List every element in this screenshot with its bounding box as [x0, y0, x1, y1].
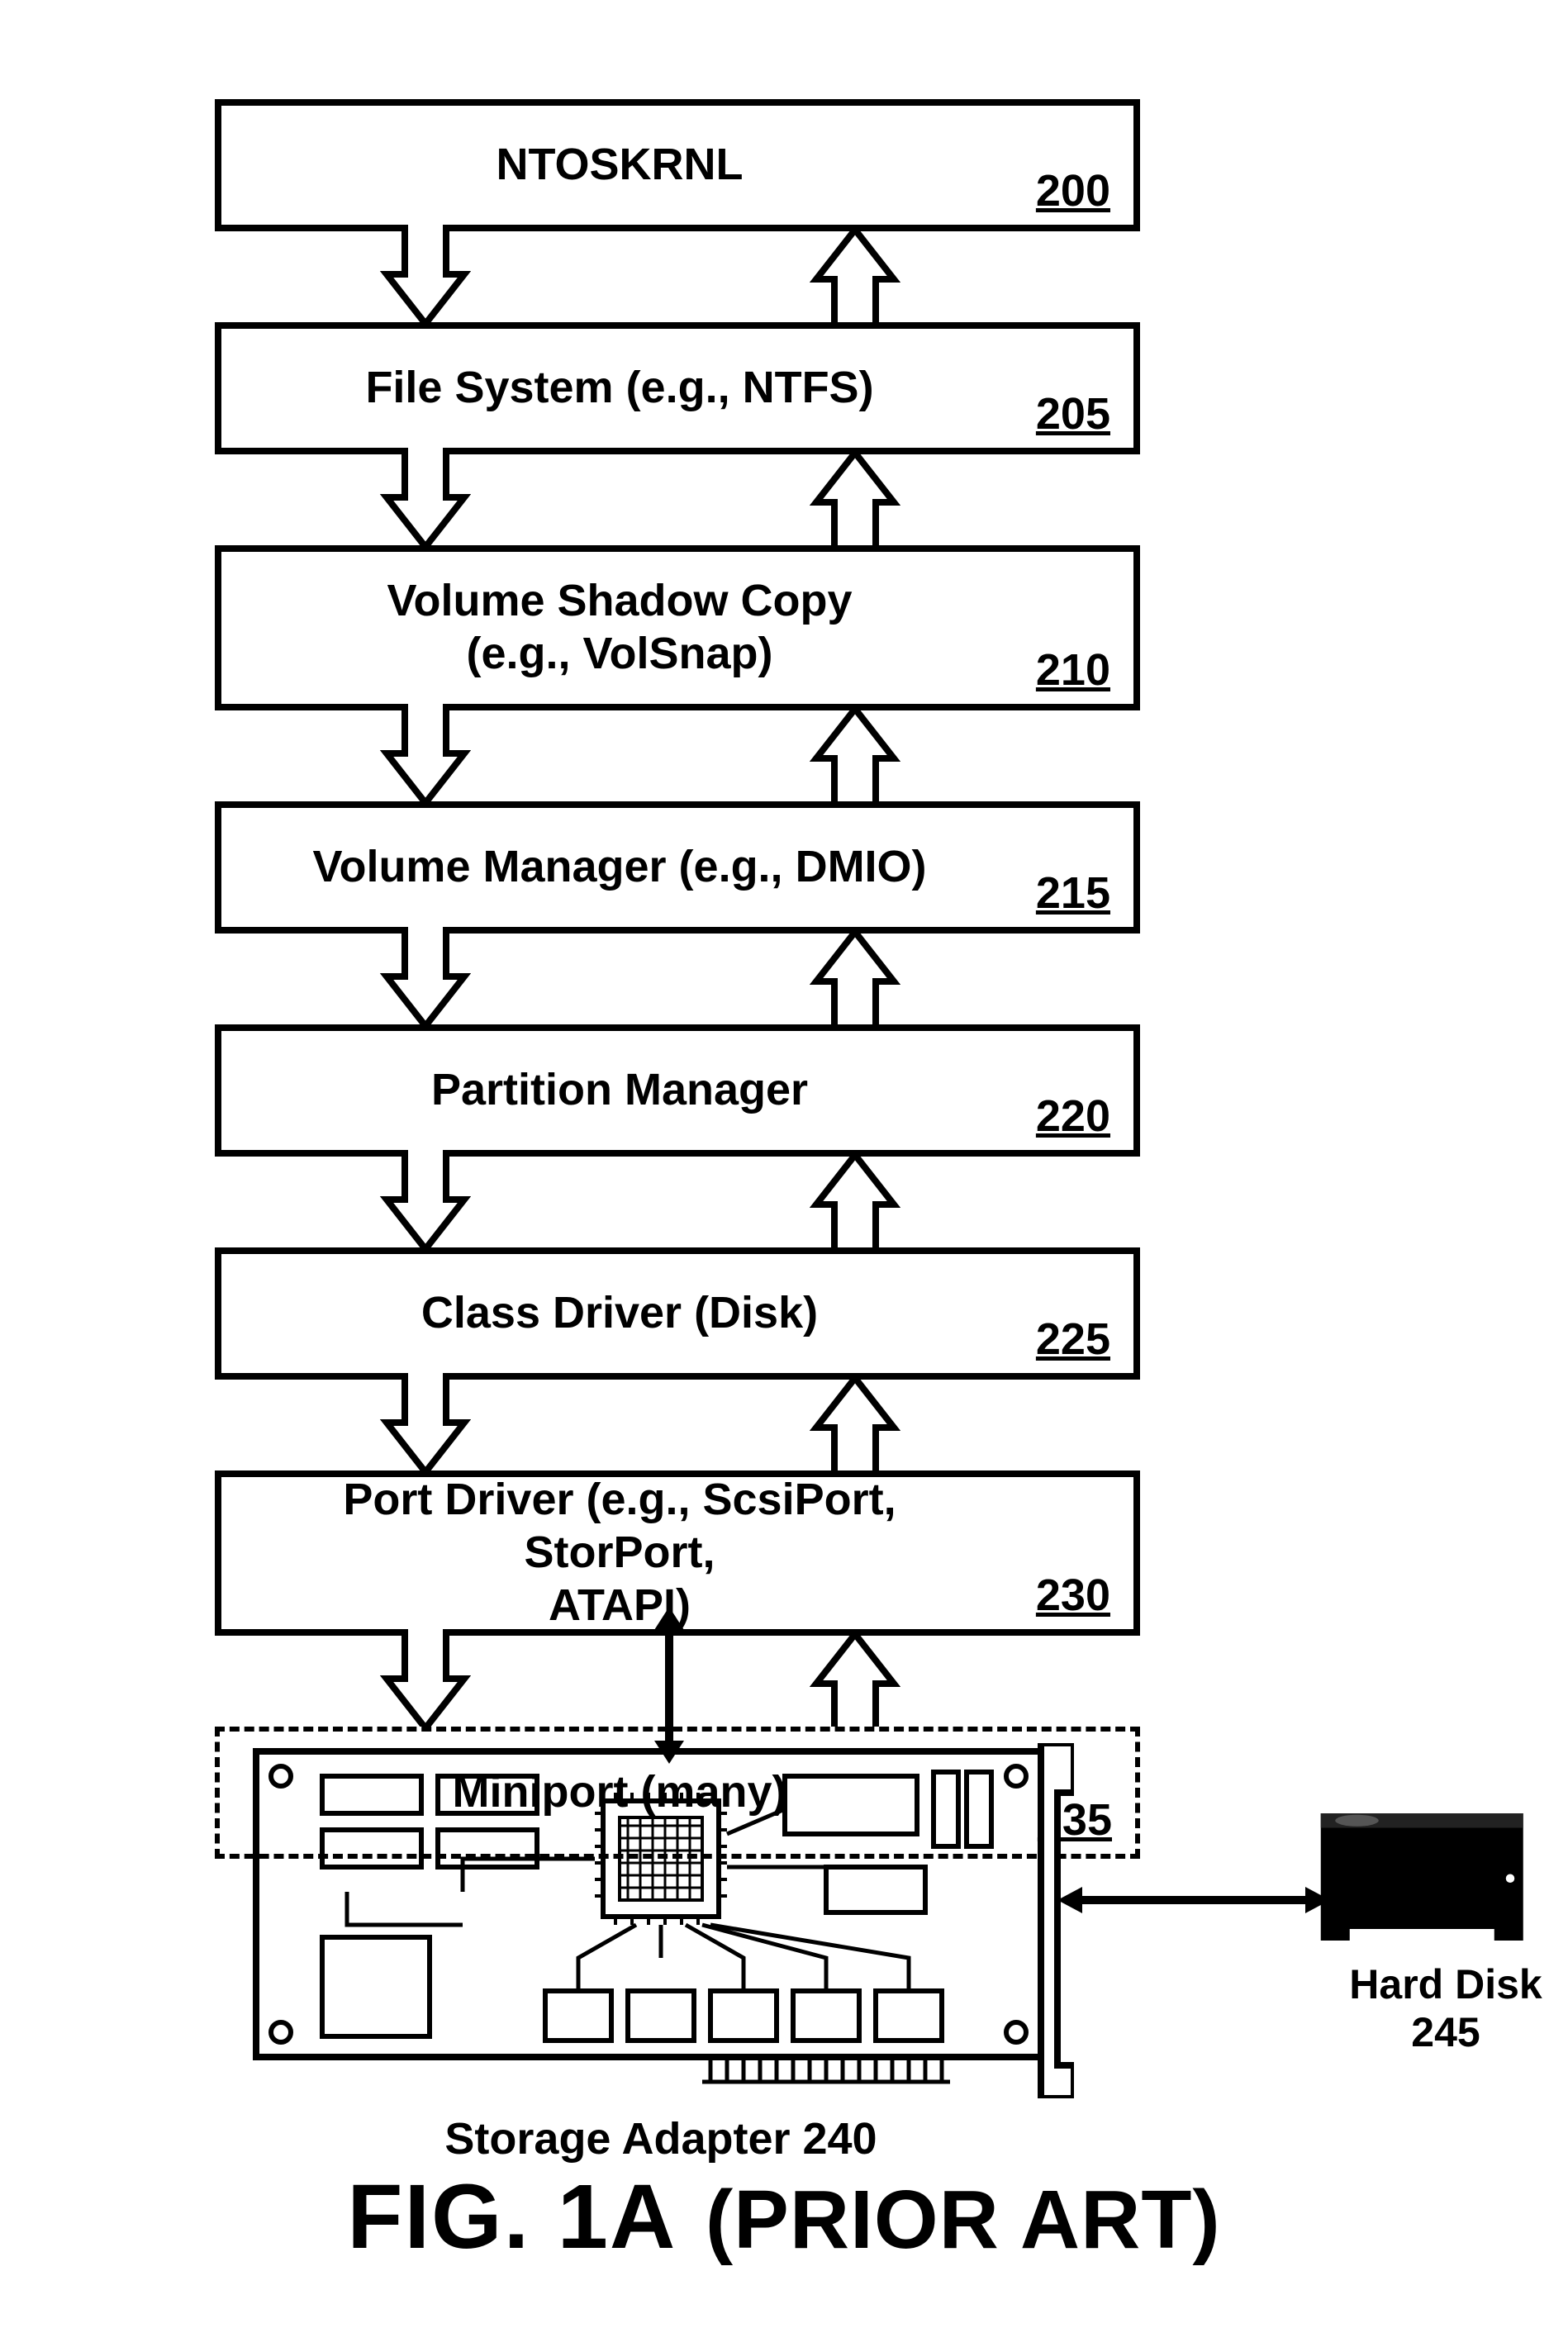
arrow-down-icon	[380, 704, 471, 808]
prior-art-label: (PRIOR ART)	[706, 2174, 1221, 2266]
arrow-pair	[215, 710, 1140, 801]
arrow-up-icon	[810, 448, 900, 552]
reference-number: 205	[1036, 388, 1110, 439]
arrow-pair	[215, 934, 1140, 1024]
arrow-pair	[215, 1380, 1140, 1470]
arrow-up-icon	[810, 1150, 900, 1254]
stack-box-label: NTOSKRNL	[496, 139, 743, 192]
stack-box-label: File System (e.g., NTFS)	[365, 362, 873, 415]
storage-adapter-caption: Storage Adapter 240	[248, 2113, 1074, 2164]
storage-adapter-icon	[248, 1743, 1074, 2098]
reference-number: 230	[1036, 1570, 1110, 1621]
stack-box: Volume Shadow Copy(e.g., VolSnap) 210	[215, 545, 1140, 710]
stack-box: File System (e.g., NTFS) 205	[215, 322, 1140, 454]
reference-number: 200	[1036, 165, 1110, 216]
arrow-up-icon	[810, 927, 900, 1031]
stack-box: Volume Manager (e.g., DMIO) 215	[215, 801, 1140, 934]
page: NTOSKRNL 200 File System (e.g., NTFS) 205 Vo…	[0, 0, 1568, 2328]
arrow-pair	[215, 1157, 1140, 1247]
arrow-down-icon	[380, 225, 471, 329]
reference-number: 220	[1036, 1090, 1110, 1142]
stack-box-label: Volume Shadow Copy(e.g., VolSnap)	[387, 575, 852, 680]
storage-adapter: Storage Adapter 240	[248, 1743, 1074, 2164]
arrow-down-icon	[380, 1629, 471, 1733]
reference-number: 210	[1036, 644, 1110, 696]
arrow-down-icon	[380, 927, 471, 1031]
stack-box-label: Volume Manager (e.g., DMIO)	[312, 841, 926, 894]
arrow-down-icon	[380, 1373, 471, 1477]
arrow-miniport-adapter	[644, 1607, 694, 1764]
stack-box: NTOSKRNL 200	[215, 99, 1140, 231]
hard-disk-caption: Hard Disk 245	[1314, 1960, 1568, 2056]
arrow-up-icon	[810, 704, 900, 808]
reference-number: 215	[1036, 867, 1110, 919]
stack-box-label: Port Driver (e.g., ScsiPort, StorPort,AT…	[254, 1474, 985, 1632]
reference-number: 225	[1036, 1314, 1110, 1365]
arrow-up-icon	[810, 1629, 900, 1733]
arrow-up-icon	[810, 1373, 900, 1477]
arrow-up-icon	[810, 225, 900, 329]
stack-box-label: Partition Manager	[431, 1064, 808, 1117]
arrow-down-icon	[380, 1150, 471, 1254]
stack-box: Partition Manager 220	[215, 1024, 1140, 1157]
figure-number: FIG. 1A	[347, 2166, 677, 2268]
hard-disk: Hard Disk 245	[1314, 1797, 1568, 2056]
stack-box: Class Driver (Disk) 225	[215, 1247, 1140, 1380]
arrow-pair	[215, 454, 1140, 545]
arrow-adapter-disk	[1057, 1875, 1330, 1925]
stack-box-label: Class Driver (Disk)	[421, 1287, 818, 1340]
arrow-down-icon	[380, 448, 471, 552]
hard-disk-icon	[1314, 1797, 1545, 1946]
arrow-pair	[215, 231, 1140, 322]
figure-title: FIG. 1A (PRIOR ART)	[0, 2164, 1568, 2269]
driver-stack: NTOSKRNL 200 File System (e.g., NTFS) 205 Vo…	[215, 99, 1140, 1859]
